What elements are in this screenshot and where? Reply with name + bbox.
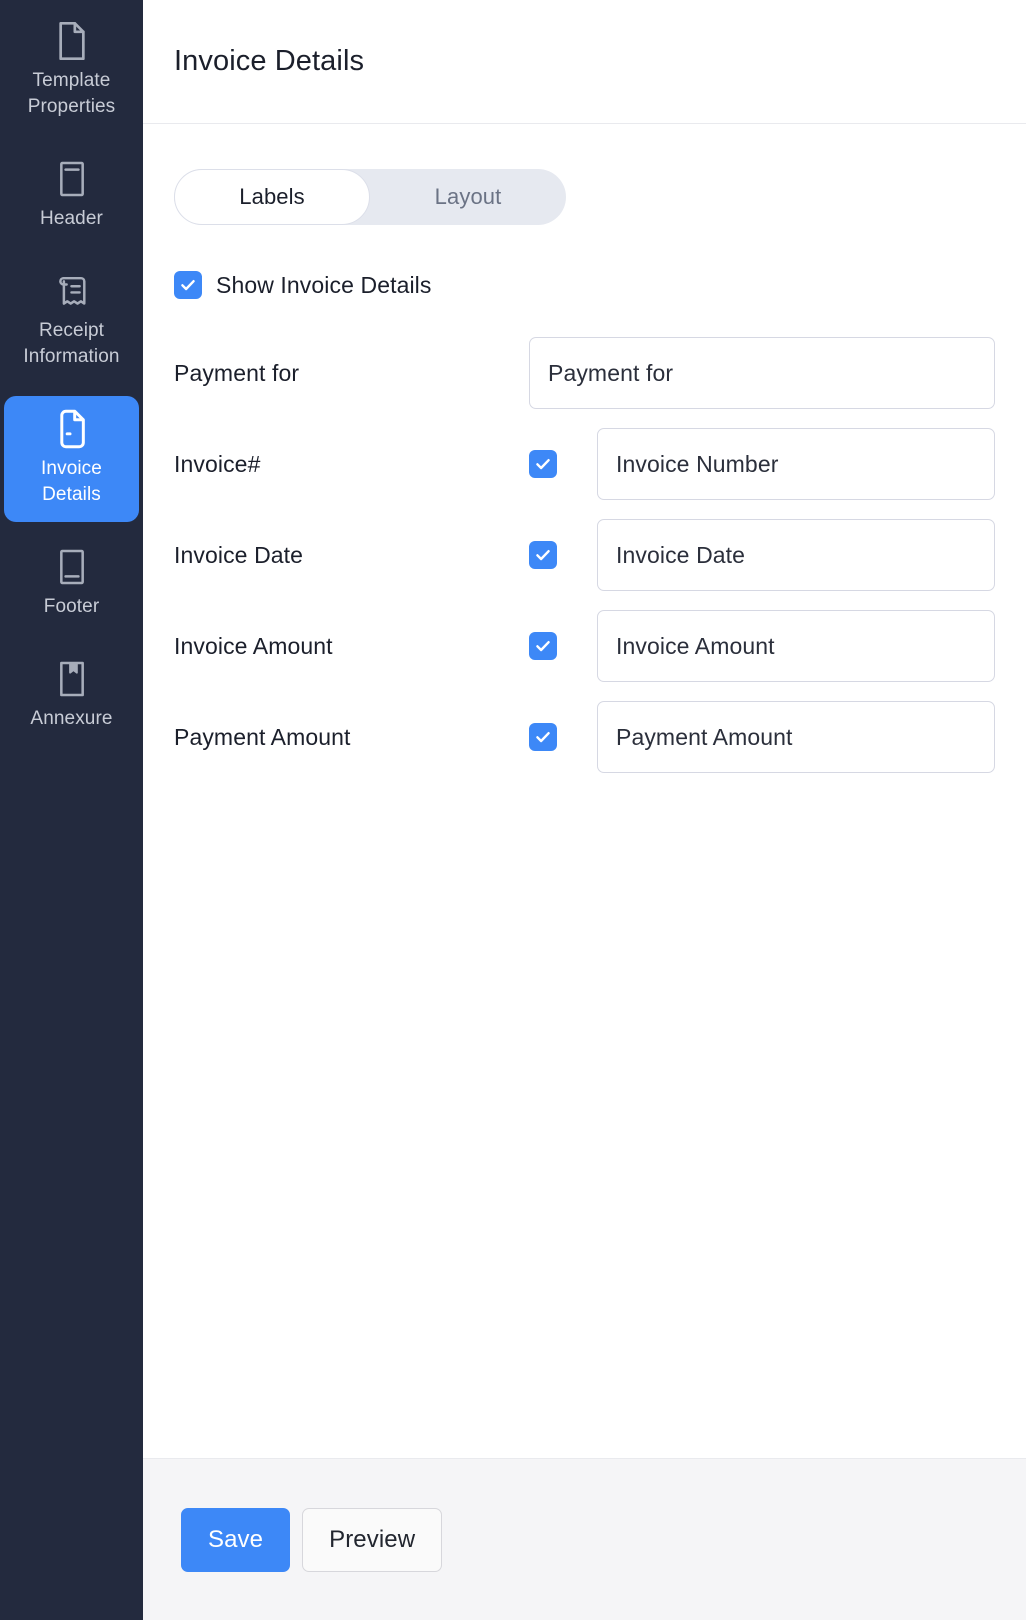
checkmark-icon xyxy=(536,550,550,561)
header-box-icon xyxy=(52,158,92,200)
field-checkbox-slot-invoice-date xyxy=(529,541,597,569)
footer-bar: Save Preview xyxy=(143,1458,1026,1620)
sidebar-item-receipt-information[interactable]: Receipt Information xyxy=(4,258,139,384)
receipt-icon xyxy=(58,276,86,305)
app-root: Template Properties Header Receipt Informa… xyxy=(0,0,1026,1620)
field-input-invoice-date[interactable]: Invoice Date xyxy=(597,519,995,591)
field-label-invoice-date: Invoice Date xyxy=(174,541,304,568)
field-row-invoice-date: Invoice Date Invoice Date xyxy=(174,519,995,591)
show-invoice-details-row[interactable]: Show Invoice Details xyxy=(174,271,995,299)
sidebar-item-template-properties[interactable]: Template Properties xyxy=(4,8,139,134)
main-panel: Invoice Details Labels Layout Show Invoic… xyxy=(143,0,1026,1620)
field-checkbox-payment-amount[interactable] xyxy=(529,723,557,751)
field-row-invoice-number: Invoice# Invoice Number xyxy=(174,428,995,500)
sidebar-item-label: Annexure xyxy=(30,708,113,729)
footer-box-icon xyxy=(59,549,84,585)
checkmark-icon xyxy=(181,280,195,291)
sidebar-item-invoice-details[interactable]: Invoice Details xyxy=(4,396,139,522)
field-label-invoice-amount: Invoice Amount xyxy=(174,632,333,659)
field-checkbox-invoice-number[interactable] xyxy=(529,450,557,478)
header-box-icon xyxy=(59,161,84,197)
invoice-document-icon xyxy=(59,409,85,449)
page-header: Invoice Details xyxy=(143,0,1026,124)
preview-button[interactable]: Preview xyxy=(302,1507,443,1572)
field-row-payment-for: Payment for Payment for xyxy=(174,337,995,409)
content-area: Labels Layout Show Invoice Details Paymen… xyxy=(143,124,1026,1458)
tab-group: Labels Layout xyxy=(174,169,566,225)
sidebar-item-annexure[interactable]: Annexure xyxy=(4,646,139,746)
document-icon xyxy=(52,20,92,62)
field-input-invoice-number[interactable]: Invoice Number xyxy=(597,428,995,500)
field-label-payment-amount: Payment Amount xyxy=(174,723,351,750)
checkmark-icon xyxy=(536,732,550,743)
field-checkbox-invoice-amount[interactable] xyxy=(529,632,557,660)
field-list: Payment for Payment for Invoice# Invoice Nu… xyxy=(174,337,995,773)
field-checkbox-invoice-date[interactable] xyxy=(529,541,557,569)
checkmark-icon xyxy=(536,459,550,470)
receipt-icon xyxy=(52,270,92,312)
bookmark-page-icon xyxy=(59,661,84,697)
save-button[interactable]: Save xyxy=(181,1507,291,1572)
field-input-payment-amount[interactable]: Payment Amount xyxy=(597,701,995,773)
footer-box-icon xyxy=(52,546,92,588)
field-row-payment-amount: Payment Amount Payment Amount xyxy=(174,701,995,773)
sidebar-item-header[interactable]: Header xyxy=(4,146,139,246)
field-row-invoice-amount: Invoice Amount Invoice Amount xyxy=(174,610,995,682)
bookmark-page-icon xyxy=(52,658,92,700)
sidebar-item-label: Invoice Details xyxy=(41,458,102,505)
field-input-payment-for[interactable]: Payment for xyxy=(529,337,995,409)
field-checkbox-slot-invoice-number xyxy=(529,450,597,478)
sidebar-item-label: Template Properties xyxy=(27,70,116,117)
invoice-document-icon xyxy=(52,408,92,450)
field-checkbox-slot-invoice-amount xyxy=(529,632,597,660)
document-icon xyxy=(58,21,85,61)
sidebar-item-label: Footer xyxy=(43,596,100,617)
checkmark-icon xyxy=(536,641,550,652)
show-invoice-details-label: Show Invoice Details xyxy=(216,271,432,298)
field-input-invoice-amount[interactable]: Invoice Amount xyxy=(597,610,995,682)
sidebar-item-footer[interactable]: Footer xyxy=(4,534,139,634)
sidebar: Template Properties Header Receipt Informa… xyxy=(0,0,143,1620)
page-title: Invoice Details xyxy=(174,45,365,77)
sidebar-item-label: Receipt Information xyxy=(23,320,120,367)
sidebar-item-label: Header xyxy=(40,208,103,229)
field-checkbox-slot-payment-amount xyxy=(529,723,597,751)
tab-layout[interactable]: Layout xyxy=(370,169,566,225)
field-label-payment-for: Payment for xyxy=(174,359,300,386)
show-invoice-details-checkbox[interactable] xyxy=(174,271,202,299)
tab-labels[interactable]: Labels xyxy=(174,169,370,225)
field-label-invoice-number: Invoice# xyxy=(174,450,261,477)
